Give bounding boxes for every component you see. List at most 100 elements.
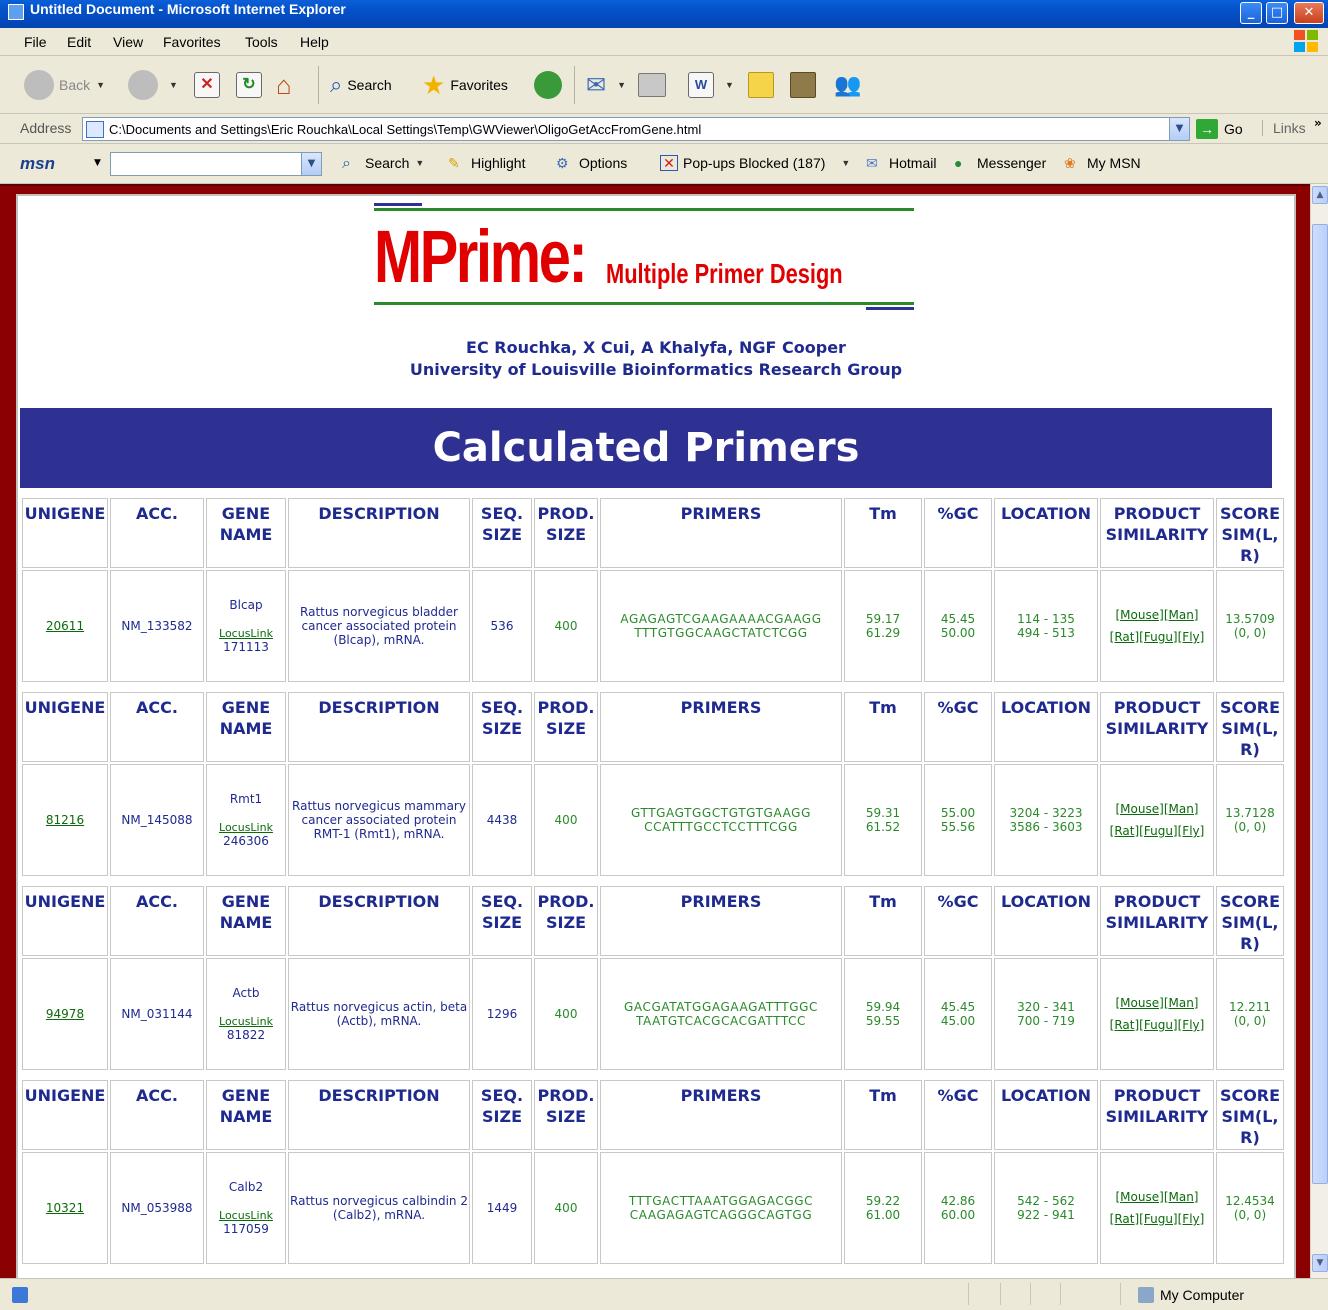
- man-link[interactable]: [Man]: [1164, 1190, 1199, 1204]
- menu-edit[interactable]: Edit: [67, 34, 91, 50]
- fly-link[interactable]: [Fly]: [1178, 824, 1205, 838]
- fugu-link[interactable]: [Fugu]: [1139, 630, 1177, 644]
- popups-blocked-button[interactable]: ✕ Pop-ups Blocked (187) ▼: [660, 155, 850, 171]
- scroll-down-icon[interactable]: ▼: [1312, 1254, 1328, 1272]
- header-primers: PRIMERS: [600, 886, 842, 956]
- header-acc: ACC.: [110, 1080, 204, 1150]
- unigene-link[interactable]: 20611: [46, 619, 84, 633]
- chevron-down-icon[interactable]: ▼: [94, 158, 101, 168]
- back-arrow-icon: [24, 70, 54, 100]
- chevron-right-icon[interactable]: »: [1314, 116, 1322, 130]
- options-button[interactable]: ⚙ Options: [556, 155, 627, 171]
- unigene-link[interactable]: 10321: [46, 1201, 84, 1215]
- rat-link[interactable]: [Rat]: [1110, 824, 1140, 838]
- locuslink-link[interactable]: LocusLink: [219, 627, 273, 640]
- scroll-thumb[interactable]: [1312, 224, 1328, 1184]
- close-button[interactable]: ✕: [1294, 2, 1324, 24]
- similarity-cell: [Mouse][Man] [Rat][Fugu][Fly]: [1100, 570, 1214, 682]
- header-prod-size: PROD. SIZE: [534, 1080, 598, 1150]
- fly-link[interactable]: [Fly]: [1178, 1018, 1205, 1032]
- back-button[interactable]: Back ▼: [24, 68, 105, 102]
- rat-link[interactable]: [Rat]: [1110, 630, 1140, 644]
- search-button[interactable]: ⌕ Search: [330, 68, 392, 102]
- fugu-link[interactable]: [Fugu]: [1139, 824, 1177, 838]
- menu-favorites[interactable]: Favorites: [163, 34, 221, 50]
- research-button[interactable]: [790, 68, 821, 102]
- gene-cell: Blcap LocusLink 171113: [206, 570, 286, 682]
- mouse-link[interactable]: [Mouse]: [1116, 996, 1164, 1010]
- fly-link[interactable]: [Fly]: [1178, 1212, 1205, 1226]
- locuslink-link[interactable]: LocusLink: [219, 1209, 273, 1222]
- discuss-button[interactable]: [748, 68, 779, 102]
- table-row: 10321 NM_053988 Calb2 LocusLink 117059 Rattus…: [22, 1152, 1284, 1264]
- header-seq-size: SEQ. SIZE: [472, 692, 532, 762]
- fugu-link[interactable]: [Fugu]: [1139, 1018, 1177, 1032]
- mouse-link[interactable]: [Mouse]: [1116, 1190, 1164, 1204]
- man-link[interactable]: [Man]: [1164, 608, 1199, 622]
- tm-cell: 59.22 61.00: [844, 1152, 922, 1264]
- highlight-button[interactable]: ✎ Highlight: [448, 155, 525, 171]
- locuslink-link[interactable]: LocusLink: [219, 1015, 273, 1028]
- favorites-button[interactable]: ★ Favorites: [422, 68, 508, 102]
- primer-table: UNIGENE ACC. GENE NAME DESCRIPTION SEQ. SIZE…: [20, 1078, 1286, 1266]
- vertical-scrollbar[interactable]: ▲ ▼: [1310, 184, 1328, 1278]
- mouse-link[interactable]: [Mouse]: [1116, 802, 1164, 816]
- man-link[interactable]: [Man]: [1164, 802, 1199, 816]
- msn-search-input[interactable]: ▼: [110, 152, 322, 176]
- maximize-button[interactable]: □: [1266, 2, 1288, 24]
- messenger-button[interactable]: ● Messenger: [954, 155, 1046, 171]
- rat-link[interactable]: [Rat]: [1110, 1018, 1140, 1032]
- rat-link[interactable]: [Rat]: [1110, 1212, 1140, 1226]
- unigene-link[interactable]: 81216: [46, 813, 84, 827]
- my-msn-button[interactable]: ❀ My MSN: [1064, 155, 1141, 171]
- hotmail-button[interactable]: ✉ Hotmail: [866, 155, 936, 171]
- menu-bar: File Edit View Favorites Tools Help: [0, 28, 1328, 56]
- table-header-row: UNIGENE ACC. GENE NAME DESCRIPTION SEQ. SIZE…: [22, 1080, 1284, 1150]
- stop-button[interactable]: ✕: [194, 68, 225, 102]
- chevron-down-icon: ▼: [725, 80, 734, 90]
- menu-tools[interactable]: Tools: [245, 34, 278, 50]
- fly-link[interactable]: [Fly]: [1178, 630, 1205, 644]
- similarity-cell: [Mouse][Man] [Rat][Fugu][Fly]: [1100, 1152, 1214, 1264]
- primers-cell: GACGATATGGAGAAGATTTGGC TAATGTCACGCACGATTT…: [600, 958, 842, 1070]
- mail-button[interactable]: ✉ ▼: [586, 68, 626, 102]
- edit-button[interactable]: W ▼: [688, 68, 734, 102]
- links-button[interactable]: Links: [1262, 120, 1306, 136]
- address-input[interactable]: C:\Documents and Settings\Eric Rouchka\L…: [82, 117, 1190, 141]
- minimize-button[interactable]: _: [1240, 2, 1262, 24]
- chevron-down-icon: ▼: [617, 80, 627, 90]
- forward-button[interactable]: ▼: [128, 68, 178, 102]
- mouse-link[interactable]: [Mouse]: [1116, 608, 1164, 622]
- history-button[interactable]: [534, 68, 567, 102]
- header-gene-name: GENE NAME: [206, 1080, 286, 1150]
- menu-view[interactable]: View: [113, 34, 143, 50]
- menu-help[interactable]: Help: [300, 34, 329, 50]
- gene-cell: Actb LocusLink 81822: [206, 958, 286, 1070]
- home-button[interactable]: ⌂: [276, 68, 297, 102]
- locuslink-link[interactable]: LocusLink: [219, 821, 273, 834]
- prod-size-cell: 400: [534, 1152, 598, 1264]
- chevron-down-icon[interactable]: ▼: [1169, 118, 1189, 140]
- go-button[interactable]: → Go: [1196, 118, 1243, 140]
- score-cell: 13.5709 (0, 0): [1216, 570, 1284, 682]
- scroll-up-icon[interactable]: ▲: [1312, 186, 1328, 204]
- print-button[interactable]: [638, 68, 671, 102]
- msn-search-button[interactable]: ⌕ Search ▼: [342, 155, 424, 172]
- security-zone: My Computer: [1138, 1287, 1244, 1303]
- note-icon: [748, 72, 774, 98]
- address-url[interactable]: C:\Documents and Settings\Eric Rouchka\L…: [109, 122, 701, 137]
- right-primer: CAAGAGAGTCAGGGCAGTGG: [629, 1208, 813, 1222]
- refresh-button[interactable]: ↻: [236, 68, 267, 102]
- menu-file[interactable]: File: [24, 34, 47, 50]
- chevron-down-icon[interactable]: ▼: [301, 153, 321, 175]
- unigene-link[interactable]: 94978: [46, 1007, 84, 1021]
- messenger-button[interactable]: 👥: [834, 68, 866, 102]
- man-link[interactable]: [Man]: [1164, 996, 1199, 1010]
- header-score: SCORE SIM(L, R): [1216, 1080, 1284, 1150]
- tm-cell: 59.31 61.52: [844, 764, 922, 876]
- fugu-link[interactable]: [Fugu]: [1139, 1212, 1177, 1226]
- logo-top-line: [374, 208, 914, 211]
- location-right: 922 - 941: [1017, 1208, 1075, 1222]
- unigene-cell: 81216: [22, 764, 108, 876]
- location-left: 320 - 341: [1017, 1000, 1075, 1014]
